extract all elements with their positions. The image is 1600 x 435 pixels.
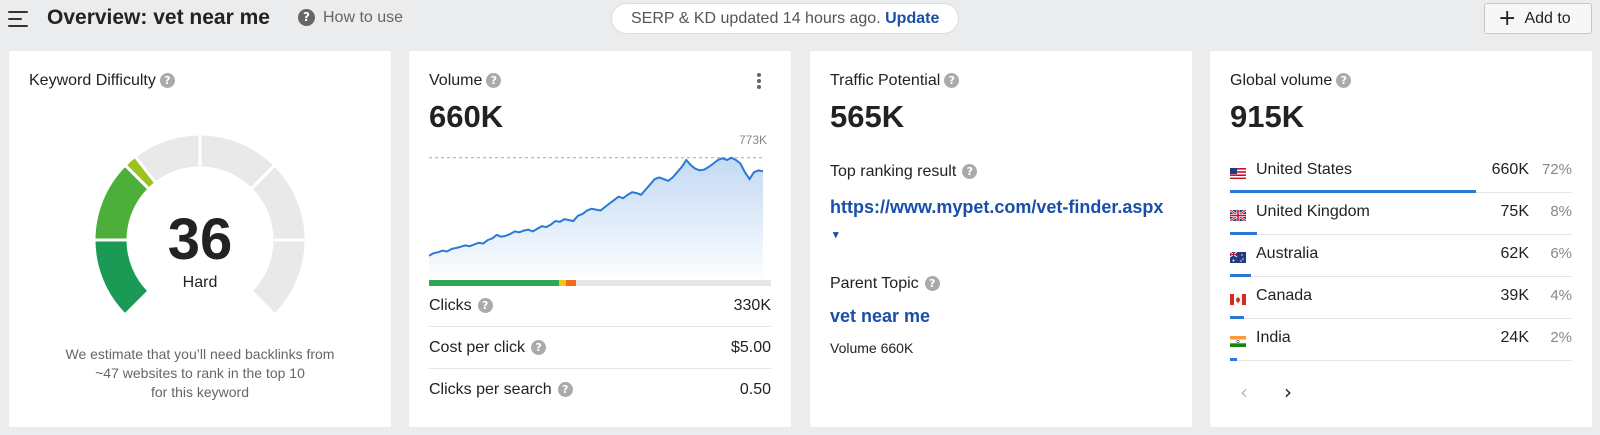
country-name: India: [1256, 329, 1291, 346]
gv-title-label: Global volume: [1230, 72, 1333, 89]
parent-topic-volume: Volume 660K: [830, 340, 914, 356]
help-icon[interactable]: ?: [557, 382, 573, 398]
traffic-potential-card: Traffic Potential? 565K Top ranking resu…: [810, 51, 1192, 427]
kd-note-line: We estimate that you’ll need backlinks f…: [65, 346, 335, 362]
chevron-down-icon[interactable]: ▾: [833, 229, 839, 241]
help-icon[interactable]: ?: [944, 73, 960, 89]
help-icon[interactable]: ?: [486, 73, 502, 89]
parent-topic-label: Parent Topic: [830, 275, 919, 292]
cps-label: Clicks per search: [429, 381, 552, 398]
help-icon[interactable]: ?: [531, 340, 547, 356]
parent-topic-link[interactable]: vet near me: [830, 306, 930, 327]
volume-area: [429, 157, 763, 277]
country-share-bar: [1230, 358, 1237, 361]
top-ranking-label: Top ranking result: [830, 163, 957, 180]
update-link[interactable]: Update: [885, 10, 939, 27]
volume-title: Volume?: [429, 72, 502, 90]
top-bar: Overview: vet near me ? How to use SERP &…: [0, 0, 1600, 38]
country-name: Australia: [1256, 245, 1319, 262]
volume-title-label: Volume: [429, 72, 483, 89]
global-volume-card: Global volume? 915K United States 660K 7…: [1210, 51, 1592, 427]
ca-flag-icon: [1230, 294, 1246, 305]
parent-topic-title: Parent Topic?: [830, 275, 940, 293]
cps-value: 0.50: [739, 381, 771, 398]
country-percent: 2%: [1550, 329, 1572, 346]
country-percent: 8%: [1550, 203, 1572, 220]
country-volume: 39K: [1500, 287, 1529, 304]
country-row-ca[interactable]: Canada 39K 4%: [1230, 277, 1572, 319]
country-percent: 72%: [1541, 161, 1572, 178]
clicks-value: 330K: [733, 297, 771, 314]
status-text: SERP & KD updated 14 hours ago.: [631, 10, 881, 27]
more-options-icon[interactable]: [754, 71, 764, 91]
country-volume: 62K: [1500, 245, 1529, 262]
country-percent: 6%: [1550, 245, 1572, 262]
top-ranking-url[interactable]: https://www.mypet.com/vet-finder.aspx ▾: [830, 194, 1170, 249]
kd-note-line: ~47 websites to rank in the top 10: [95, 365, 305, 381]
in-flag-icon: [1230, 336, 1246, 347]
country-row-au[interactable]: Australia 62K 6%: [1230, 235, 1572, 277]
how-to-use-label: How to use: [323, 9, 404, 26]
kd-title: Keyword Difficulty?: [29, 72, 175, 90]
volume-card: Volume? 660K 773K Clicks? 330K Cost per …: [409, 51, 791, 427]
country-name: United Kingdom: [1256, 203, 1370, 220]
plus-icon: +: [1498, 6, 1517, 31]
top-ranking-title: Top ranking result?: [830, 163, 978, 181]
tp-title: Traffic Potential?: [830, 72, 960, 90]
country-name: Canada: [1256, 287, 1313, 304]
country-volume: 75K: [1500, 203, 1529, 220]
serp-status-badge: SERP & KD updated 14 hours ago. Update: [611, 3, 960, 34]
chart-peak-label: 773K: [739, 133, 768, 147]
country-name: United States: [1256, 161, 1353, 178]
kd-title-label: Keyword Difficulty: [29, 72, 156, 89]
url-text: https://www.mypet.com/vet-finder.aspx: [830, 197, 1164, 217]
cpc-label: Cost per click: [429, 339, 526, 356]
country-row-in[interactable]: India 24K 2%: [1230, 319, 1572, 361]
next-page-icon[interactable]: ›: [1284, 380, 1292, 404]
kd-level: Hard: [182, 274, 218, 291]
au-flag-icon: [1230, 252, 1246, 263]
menu-icon[interactable]: [8, 11, 28, 27]
country-percent: 4%: [1550, 287, 1572, 304]
volume-value: 660K: [429, 99, 504, 134]
volume-trend-chart: [429, 156, 764, 277]
cpc-row: Cost per click? $5.00: [429, 327, 771, 369]
help-icon: ?: [298, 9, 315, 27]
uk-flag-icon: [1230, 210, 1246, 221]
clicks-label: Clicks: [429, 297, 472, 314]
kd-note: We estimate that you’ll need backlinks f…: [27, 345, 373, 402]
country-volume: 660K: [1491, 161, 1529, 178]
help-icon[interactable]: ?: [924, 276, 940, 292]
page-title: Overview: vet near me: [47, 6, 270, 29]
gv-title: Global volume?: [1230, 72, 1352, 90]
country-volume: 24K: [1500, 329, 1529, 346]
help-icon[interactable]: ?: [159, 73, 175, 89]
prev-page-icon[interactable]: ‹: [1240, 380, 1248, 404]
tp-value: 565K: [830, 99, 905, 134]
kd-note-line: for this keyword: [150, 384, 250, 400]
country-row-uk[interactable]: United Kingdom 75K 8%: [1230, 193, 1572, 235]
clicks-row: Clicks? 330K: [429, 285, 771, 327]
add-to-label: Add to: [1524, 10, 1571, 27]
help-icon[interactable]: ?: [962, 164, 978, 180]
clicks-per-search-row: Clicks per search? 0.50: [429, 369, 771, 411]
country-row-us[interactable]: United States 660K 72%: [1230, 151, 1572, 193]
how-to-use-link[interactable]: ? How to use: [298, 9, 403, 27]
add-to-button[interactable]: + Add to: [1484, 3, 1592, 34]
help-icon[interactable]: ?: [477, 298, 493, 314]
help-icon[interactable]: ?: [1336, 73, 1352, 89]
us-flag-icon: [1230, 168, 1246, 179]
gv-value: 915K: [1230, 99, 1305, 134]
cpc-value: $5.00: [730, 339, 771, 356]
kd-score: 36: [167, 207, 233, 272]
tp-title-label: Traffic Potential: [830, 72, 941, 89]
keyword-difficulty-card: Keyword Difficulty? 36 Hard We estimate …: [9, 51, 391, 427]
